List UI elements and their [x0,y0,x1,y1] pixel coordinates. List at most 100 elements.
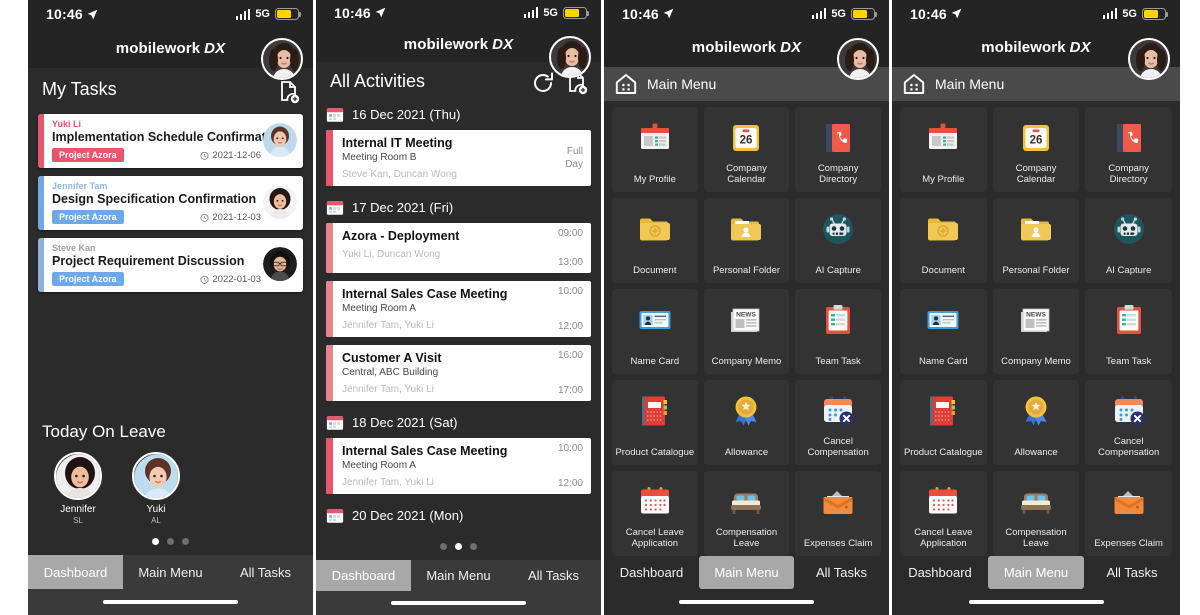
status-indicators: 5G [523,6,590,19]
menu-item-product-catalogue[interactable]: Product Catalogue [612,379,698,465]
bottom-tab-bar: Dashboard Main Menu All Tasks [28,555,313,589]
tab-main-menu[interactable]: Main Menu [699,555,794,590]
menu-item-allowance[interactable]: Allowance [992,379,1080,465]
brand-secondary: DX [204,39,226,57]
menu-item-label: Product Catalogue [615,446,695,458]
menu-item-team-task[interactable]: Team Task [795,288,881,374]
tab-dashboard[interactable]: Dashboard [28,555,123,589]
page-dot[interactable] [182,538,189,545]
news-icon: NEWS [1016,300,1056,340]
menu-item-expenses-claim[interactable]: Expenses Claim [1085,470,1172,556]
avatar [54,452,102,500]
refresh-icon[interactable] [531,71,555,95]
activity-start-time: 09:00 [557,227,583,239]
menu-item-document[interactable]: Document [900,197,987,283]
avatar[interactable] [1128,37,1170,80]
menu-item-cancel-compensation[interactable]: Cancel Compensation [795,379,881,465]
status-time: 10:46 [46,6,83,22]
folder-person-icon [726,209,766,249]
svg-text:NEWS: NEWS [737,311,757,318]
activity-card[interactable]: Internal Sales Case Meeting Meeting Room… [326,437,591,494]
menu-item-product-catalogue[interactable]: Product Catalogue [900,379,987,465]
menu-item-ai-capture[interactable]: AI Capture [795,197,881,283]
menu-item-document[interactable]: Document [612,197,698,283]
avatar[interactable] [549,35,591,78]
tab-dashboard[interactable]: Dashboard [604,556,699,590]
page-dot[interactable] [152,538,159,545]
calendar-leave-icon [923,482,963,522]
menu-item-compensation-leave[interactable]: Compensation Leave [703,470,790,556]
calendar-leave-icon [635,482,675,522]
task-card[interactable]: Yuki Li Implementation Schedule Confirma… [38,114,303,168]
home-indicator-area [892,589,1180,615]
signal-bars-icon [1102,8,1118,20]
activity-accent-stripe [326,437,333,494]
page-dot[interactable] [455,542,462,550]
menu-item-personal-folder[interactable]: Personal Folder [992,197,1080,283]
status-time: 10:46 [622,5,659,22]
activity-date: 20 Dec 2021 (Mon) [352,508,464,524]
activity-card[interactable]: Internal IT Meeting Meeting Room B Steve… [326,129,591,186]
menu-item-company-directory[interactable]: Company Directory [795,106,881,192]
menu-item-personal-folder[interactable]: Personal Folder [703,197,790,283]
page-dot[interactable] [440,542,447,550]
activity-day-header: 18 Dec 2021 (Sat) [326,409,591,438]
menu-item-allowance[interactable]: Allowance [703,379,790,465]
home-indicator[interactable] [679,600,814,605]
menu-item-company-memo[interactable]: NEWS Company Memo [703,288,790,374]
menu-item-company-calendar[interactable]: 26 Company Calendar [992,106,1080,192]
phone-book-icon [1109,118,1149,158]
tab-dashboard[interactable]: Dashboard [892,556,988,590]
activity-time-range: 10:00 12:00 [537,286,583,332]
menu-item-company-directory[interactable]: Company Directory [1085,106,1172,192]
tab-main-menu[interactable]: Main Menu [411,560,506,591]
menu-item-cancel-leave-application[interactable]: Cancel Leave Application [900,470,987,556]
status-bar: 10:46 5G [604,0,889,28]
app-brand: mobilework DX [692,39,801,56]
activity-card[interactable]: Azora - Deployment Yuki Li, Duncan Wong … [326,222,591,273]
menu-item-company-calendar[interactable]: 26 Company Calendar [703,106,790,192]
tab-all-tasks[interactable]: All Tasks [218,555,313,589]
menu-item-compensation-leave[interactable]: Compensation Leave [992,470,1080,556]
menu-item-name-card[interactable]: Name Card [900,288,987,374]
phone-panel-dashboard-tasks: 10:46 5G mobilework DX My Tasks Yuki Li … [28,0,313,615]
calendar-icon [326,108,344,122]
menu-item-my-profile[interactable]: My Profile [612,106,698,192]
document-add-icon[interactable] [277,80,301,104]
activity-accent-stripe [326,344,333,401]
tab-all-tasks[interactable]: All Tasks [1084,556,1180,590]
activity-title: Internal IT Meeting [342,135,453,150]
home-indicator[interactable] [103,600,238,604]
tab-main-menu[interactable]: Main Menu [988,555,1084,590]
list-item[interactable]: Jennifer SL [50,452,106,526]
tab-all-tasks[interactable]: All Tasks [506,560,601,591]
menu-item-ai-capture[interactable]: AI Capture [1085,197,1172,283]
activity-list: 16 Dec 2021 (Thu) Internal IT Meeting Me… [316,101,601,531]
menu-item-expenses-claim[interactable]: Expenses Claim [795,470,881,556]
home-indicator[interactable] [968,600,1104,605]
task-date-text: 2021-12-06 [212,149,261,161]
tab-all-tasks[interactable]: All Tasks [794,556,889,590]
list-item[interactable]: Yuki AL [128,452,184,526]
menu-item-company-memo[interactable]: NEWS Company Memo [992,288,1080,374]
task-owner: Jennifer Tam [52,181,108,191]
menu-item-my-profile[interactable]: My Profile [900,106,987,192]
activity-attendees: Jennifer Tam, Yuki Li [342,476,434,488]
menu-item-cancel-leave-application[interactable]: Cancel Leave Application [612,470,698,556]
tab-dashboard[interactable]: Dashboard [316,559,411,592]
activity-card[interactable]: Customer A Visit Central, ABC Building J… [326,344,591,401]
task-card[interactable]: Jennifer Tam Design Specification Confir… [38,176,303,230]
page-dot[interactable] [470,542,477,550]
home-indicator[interactable] [391,601,526,606]
task-owner: Yuki Li [52,119,82,129]
tab-main-menu[interactable]: Main Menu [123,555,218,589]
page-dot[interactable] [167,538,174,545]
menu-item-name-card[interactable]: Name Card [612,288,698,374]
menu-item-team-task[interactable]: Team Task [1085,288,1172,374]
task-card[interactable]: Steve Kan Project Requirement Discussion… [38,238,303,292]
activity-card[interactable]: Internal Sales Case Meeting Meeting Room… [326,280,591,337]
avatar[interactable] [837,37,879,80]
battery-icon [851,7,878,20]
menu-item-cancel-compensation[interactable]: Cancel Compensation [1085,379,1172,465]
avatar[interactable] [261,38,303,80]
